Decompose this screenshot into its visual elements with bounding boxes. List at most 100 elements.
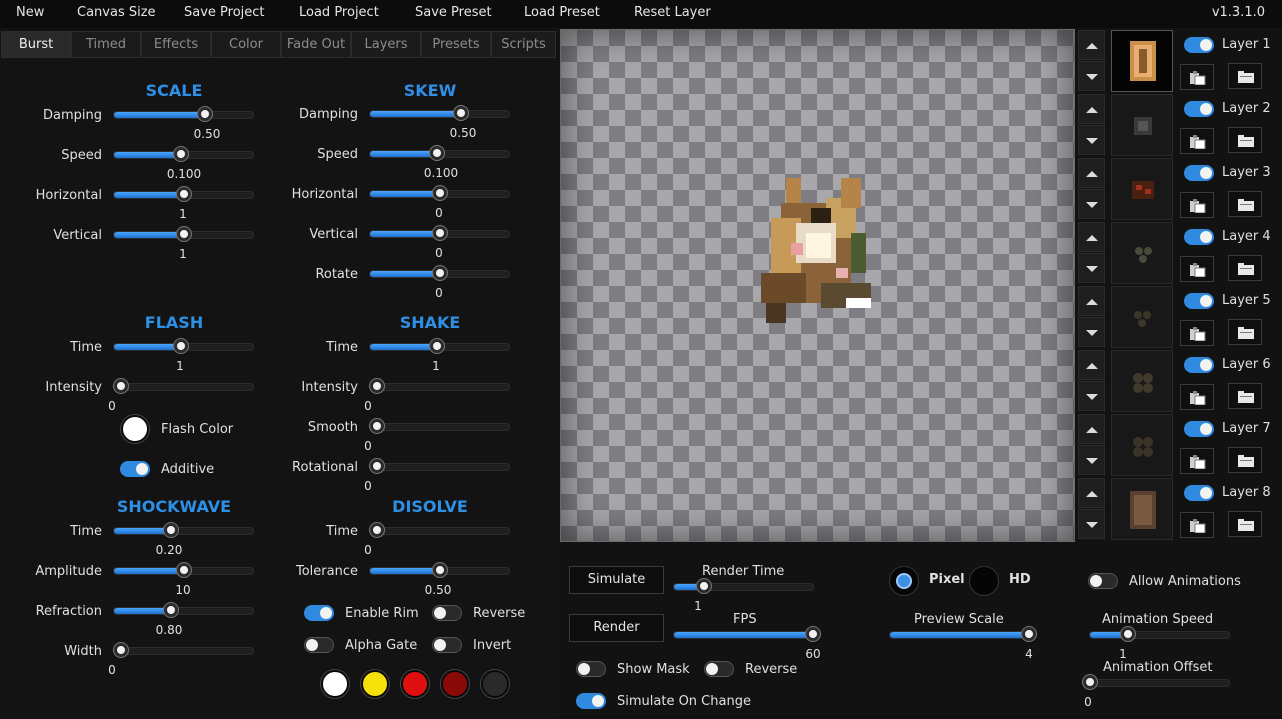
- layer-thumbnail[interactable]: [1111, 414, 1173, 476]
- additive-toggle[interactable]: [120, 461, 150, 477]
- layer-visibility-toggle[interactable]: [1184, 37, 1214, 53]
- layer-visibility-toggle[interactable]: [1184, 293, 1214, 309]
- skew-horizontal-slider[interactable]: [369, 186, 510, 200]
- render-time-slider[interactable]: [673, 579, 814, 593]
- swatch-yellow[interactable]: [361, 670, 389, 698]
- shockwave-time-slider[interactable]: [113, 523, 254, 537]
- layer-visibility-toggle[interactable]: [1184, 485, 1214, 501]
- swatch-white[interactable]: [321, 670, 349, 698]
- mask-reverse-toggle[interactable]: [704, 661, 734, 677]
- flash-color-swatch[interactable]: [121, 415, 149, 443]
- scale-speed-slider[interactable]: [113, 147, 254, 161]
- layer-visibility-toggle[interactable]: [1184, 229, 1214, 245]
- swatch-dark-gray[interactable]: [481, 670, 509, 698]
- layer-thumbnail[interactable]: [1111, 30, 1173, 92]
- skew-rotate-slider[interactable]: [369, 266, 510, 280]
- fps-slider[interactable]: [673, 627, 821, 641]
- layer-move-down-button[interactable]: [1078, 125, 1105, 155]
- layer-visibility-toggle[interactable]: [1184, 101, 1214, 117]
- layer-paste-button[interactable]: [1180, 448, 1214, 474]
- layer-move-up-button[interactable]: [1078, 94, 1105, 124]
- flash-time-slider[interactable]: [113, 339, 254, 353]
- alpha-gate-toggle[interactable]: [304, 637, 334, 653]
- menu-canvas-size[interactable]: Canvas Size: [77, 5, 156, 20]
- layer-thumbnail[interactable]: [1111, 158, 1173, 220]
- invert-toggle[interactable]: [432, 637, 462, 653]
- layer-load-button[interactable]: [1228, 255, 1262, 281]
- layer-load-button[interactable]: [1228, 511, 1262, 537]
- layer-paste-button[interactable]: [1180, 192, 1214, 218]
- menu-save-project[interactable]: Save Project: [184, 5, 265, 20]
- preview-scale-slider[interactable]: [889, 627, 1037, 641]
- menu-new[interactable]: New: [16, 5, 44, 20]
- swatch-red[interactable]: [401, 670, 429, 698]
- layer-move-down-button[interactable]: [1078, 61, 1105, 91]
- disolve-time-slider[interactable]: [369, 523, 510, 537]
- layer-thumbnail[interactable]: [1111, 350, 1173, 412]
- layer-move-down-button[interactable]: [1078, 253, 1105, 283]
- layer-paste-button[interactable]: [1180, 320, 1214, 346]
- tab-layers[interactable]: Layers: [351, 31, 421, 58]
- rim-reverse-toggle[interactable]: [432, 605, 462, 621]
- show-mask-toggle[interactable]: [576, 661, 606, 677]
- layer-load-button[interactable]: [1228, 63, 1262, 89]
- layer-visibility-toggle[interactable]: [1184, 357, 1214, 373]
- shockwave-width-slider[interactable]: [113, 643, 254, 657]
- render-button[interactable]: Render: [569, 614, 664, 642]
- tab-scripts[interactable]: Scripts: [491, 31, 556, 58]
- animation-offset-slider[interactable]: [1082, 675, 1230, 689]
- layer-paste-button[interactable]: [1180, 384, 1214, 410]
- layer-move-up-button[interactable]: [1078, 350, 1105, 380]
- shake-time-slider[interactable]: [369, 339, 510, 353]
- layer-paste-button[interactable]: [1180, 64, 1214, 90]
- layer-load-button[interactable]: [1228, 319, 1262, 345]
- shake-smooth-slider[interactable]: [369, 419, 510, 433]
- enable-rim-toggle[interactable]: [304, 605, 334, 621]
- skew-vertical-slider[interactable]: [369, 226, 510, 240]
- layer-load-button[interactable]: [1228, 447, 1262, 473]
- layer-thumbnail[interactable]: [1111, 286, 1173, 348]
- layer-move-up-button[interactable]: [1078, 414, 1105, 444]
- menu-load-preset[interactable]: Load Preset: [524, 5, 600, 20]
- layer-paste-button[interactable]: [1180, 512, 1214, 538]
- layer-move-up-button[interactable]: [1078, 30, 1105, 60]
- shockwave-refraction-slider[interactable]: [113, 603, 254, 617]
- shockwave-amplitude-slider[interactable]: [113, 563, 254, 577]
- simulate-on-change-toggle[interactable]: [576, 693, 606, 709]
- shake-rotational-slider[interactable]: [369, 459, 510, 473]
- layer-load-button[interactable]: [1228, 383, 1262, 409]
- flash-intensity-slider[interactable]: [113, 379, 254, 393]
- layer-move-up-button[interactable]: [1078, 158, 1105, 188]
- shake-intensity-slider[interactable]: [369, 379, 510, 393]
- tab-presets[interactable]: Presets: [421, 31, 491, 58]
- layer-move-down-button[interactable]: [1078, 445, 1105, 475]
- scale-damping-slider[interactable]: [113, 107, 254, 121]
- layer-load-button[interactable]: [1228, 191, 1262, 217]
- menu-reset-layer[interactable]: Reset Layer: [634, 5, 711, 20]
- scale-vertical-slider[interactable]: [113, 227, 254, 241]
- layer-move-down-button[interactable]: [1078, 509, 1105, 539]
- layer-thumbnail[interactable]: [1111, 478, 1173, 540]
- layer-thumbnail[interactable]: [1111, 222, 1173, 284]
- tab-fade-out[interactable]: Fade Out: [281, 31, 351, 58]
- layer-move-down-button[interactable]: [1078, 317, 1105, 347]
- layer-visibility-toggle[interactable]: [1184, 421, 1214, 437]
- layer-move-up-button[interactable]: [1078, 286, 1105, 316]
- menu-save-preset[interactable]: Save Preset: [415, 5, 492, 20]
- scale-horizontal-slider[interactable]: [113, 187, 254, 201]
- layer-move-down-button[interactable]: [1078, 381, 1105, 411]
- tab-effects[interactable]: Effects: [141, 31, 211, 58]
- menu-load-project[interactable]: Load Project: [299, 5, 379, 20]
- hd-radio[interactable]: [969, 566, 999, 596]
- skew-speed-slider[interactable]: [369, 146, 510, 160]
- tab-burst[interactable]: Burst: [1, 31, 71, 58]
- layer-visibility-toggle[interactable]: [1184, 165, 1214, 181]
- layer-paste-button[interactable]: [1180, 256, 1214, 282]
- layer-move-up-button[interactable]: [1078, 222, 1105, 252]
- preview-canvas[interactable]: [560, 29, 1075, 542]
- tab-timed[interactable]: Timed: [71, 31, 141, 58]
- animation-speed-slider[interactable]: [1089, 627, 1230, 641]
- allow-animations-toggle[interactable]: [1088, 573, 1118, 589]
- simulate-button[interactable]: Simulate: [569, 566, 664, 594]
- pixel-radio[interactable]: [889, 566, 919, 596]
